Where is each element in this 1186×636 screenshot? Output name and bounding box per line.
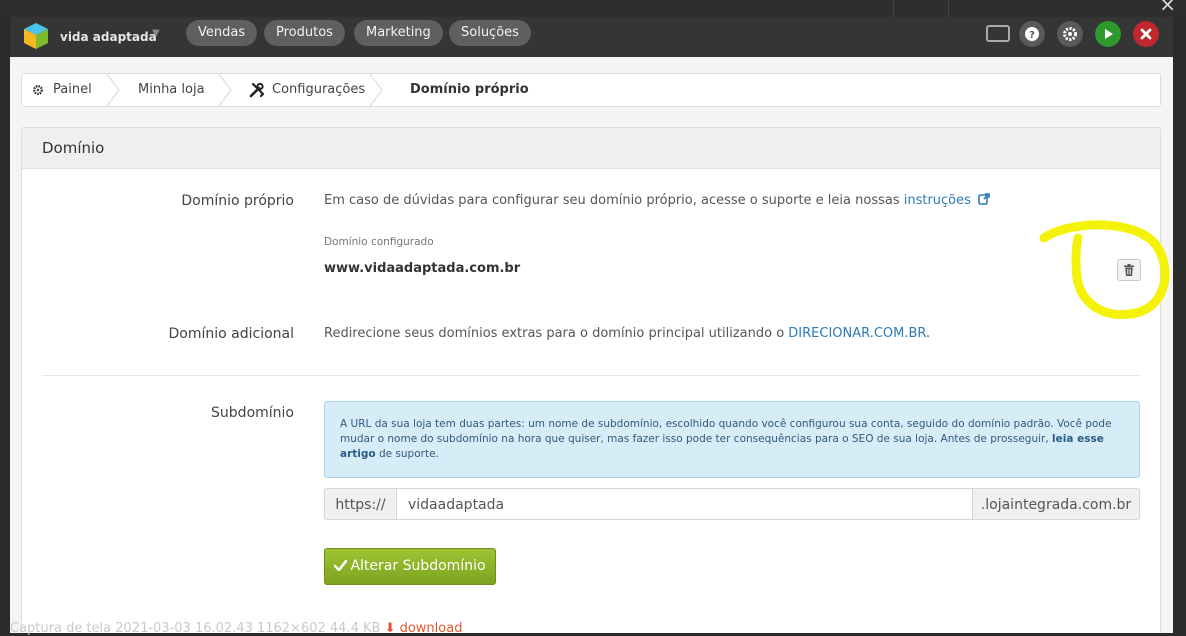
panel-header: Domínio [22,128,1160,169]
download-link[interactable]: ⬇ download [385,621,463,636]
breadcrumb-separator [106,74,120,106]
dominio-configurado-value: www.vidaadaptada.com.br [324,261,521,276]
chevron-down-icon[interactable]: ▼ [152,28,160,39]
nav-vendas[interactable]: Vendas [186,20,258,46]
screenshot-caption: Captura de tela 2021-03-03 16.02.43 1162… [10,621,462,636]
help-icon[interactable]: ? [1019,21,1045,47]
dominio-proprio-label: Domínio próprio [181,193,294,209]
section-divider [42,375,1140,376]
breadcrumb-separator [218,74,232,106]
breadcrumb-separator [369,74,383,106]
close-viewer-icon[interactable]: × [1159,0,1176,14]
breadcrumb-painel[interactable]: Painel [53,74,92,106]
info-text: A URL da sua loja tem duas partes: um no… [340,418,1112,445]
tools-icon [249,82,265,98]
dominio-proprio-text: Em caso de dúvidas para configurar seu d… [324,193,904,208]
svg-text:?: ? [1029,30,1035,41]
app-window: vida adaptada ▼ Vendas Produtos Marketin… [10,17,1173,633]
dominio-adicional-help: Redirecione seus domínios extras para o … [324,326,930,341]
subdominio-label: Subdomínio [211,405,294,421]
dominio-proprio-help: Em caso de dúvidas para configurar seu d… [324,193,990,208]
breadcrumb-minha-loja[interactable]: Minha loja [138,74,205,106]
store-name[interactable]: vida adaptada [60,30,157,44]
dominio-adicional-text: Redirecione seus domínios extras para o … [324,326,789,341]
download-label: download [399,621,463,636]
caption-text: Captura de tela 2021-03-03 16.02.43 1162… [10,621,381,636]
nav-solucoes[interactable]: Soluções [449,20,531,46]
dominio-adicional-label: Domínio adicional [168,326,294,342]
screen-icon[interactable] [986,25,1010,42]
gear-icon [33,85,43,95]
store-logo-icon[interactable] [22,21,50,51]
panel-title: Domínio [42,139,105,157]
subdomain-input[interactable]: vidaadaptada [397,488,972,520]
highlight-annotation [1039,220,1170,320]
nav-produtos[interactable]: Produtos [264,20,345,46]
alterar-subdominio-button[interactable]: Alterar Subdomínio [324,548,496,585]
close-icon[interactable] [1133,21,1159,47]
info-suffix: de suporte. [375,448,439,460]
instrucoes-link[interactable]: instruções [904,193,971,208]
domain-panel: Domínio Domínio próprio Em caso de dúvid… [21,127,1161,633]
dominio-adicional-suffix: . [926,326,931,341]
alterar-subdominio-label: Alterar Subdomínio [350,558,486,574]
nav-marketing[interactable]: Marketing [354,20,443,46]
breadcrumb-current: Domínio próprio [410,82,529,97]
top-bar: vida adaptada ▼ Vendas Produtos Marketin… [10,17,1173,57]
play-icon[interactable] [1095,21,1121,47]
subdomain-input-group: https:// vidaadaptada .lojaintegrada.com… [324,488,1140,522]
gear-icon[interactable] [1057,21,1083,47]
url-suffix: .lojaintegrada.com.br [972,488,1140,520]
dominio-configurado-label: Domínio configurado [324,236,434,248]
check-icon [334,559,348,572]
subdominio-info-box: A URL da sua loja tem duas partes: um no… [324,401,1140,478]
breadcrumb-configuracoes[interactable]: Configurações [272,74,365,106]
desktop-top-strip [0,0,1186,17]
external-link-icon[interactable] [978,193,990,205]
breadcrumb: Painel Minha loja Configurações Domínio … [21,73,1161,107]
url-prefix: https:// [324,488,397,520]
direcionar-link[interactable]: DIRECIONAR.COM.BR [788,326,926,341]
